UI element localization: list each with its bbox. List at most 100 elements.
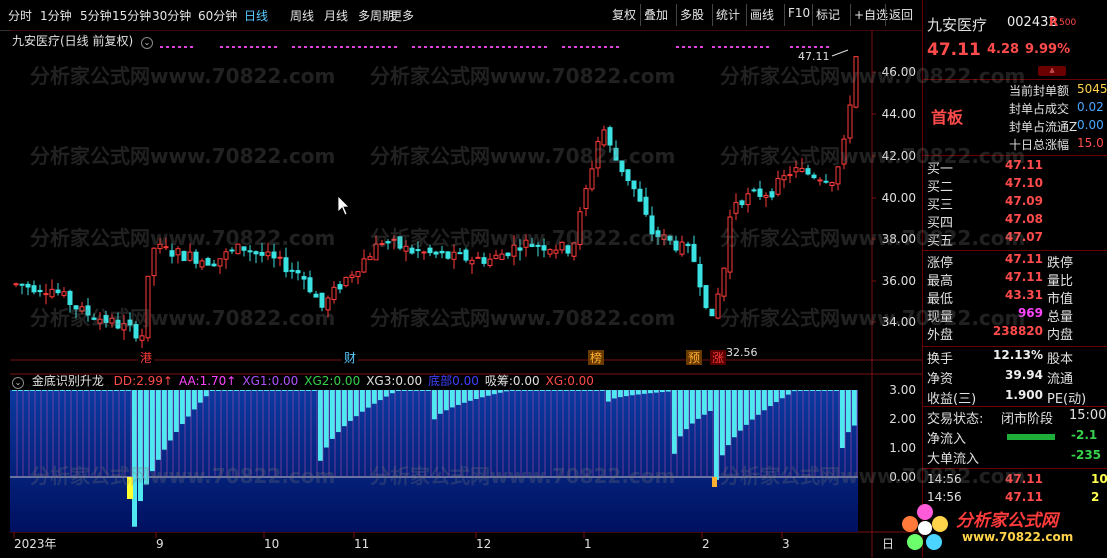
indicator-bar <box>834 390 839 391</box>
toolbar-action-button[interactable]: F10 <box>788 6 810 20</box>
toolbar-action-button[interactable]: 画线 <box>750 6 774 23</box>
info-label: 封单占成交 <box>1009 102 1070 116</box>
indicator-bar <box>774 390 779 403</box>
collapse-icon[interactable]: ⩓ <box>1038 66 1066 76</box>
period-tab[interactable]: 多周期 <box>358 7 394 24</box>
indicator-bar <box>396 390 401 391</box>
toolbar-action-button[interactable]: 统计 <box>716 6 740 23</box>
candle-body <box>775 177 781 195</box>
indicator-bar <box>342 390 347 427</box>
stat-value: 47.11 <box>1005 270 1043 284</box>
stat-label: 收益(三) <box>927 392 977 407</box>
candle-body <box>61 291 67 296</box>
candle-body <box>349 274 355 279</box>
bid-row[interactable]: 买三 47.09 <box>925 194 1107 214</box>
indicator-bar <box>78 390 83 391</box>
signal-dot <box>694 46 697 48</box>
chevron-down-icon[interactable]: ⌄ <box>12 377 24 389</box>
candle-body <box>265 251 271 257</box>
trade-state-value: 闭市阶段 <box>1001 412 1054 427</box>
chart-title-text: 九安医疗(日线 前复权) <box>12 34 134 48</box>
info-row: 封单占成交 0.02 <box>925 100 1107 120</box>
candle-body <box>805 168 811 175</box>
candle-body <box>205 258 211 266</box>
period-tab[interactable]: 1分钟 <box>40 7 72 24</box>
candle-body <box>733 202 739 214</box>
indicator-bar <box>480 390 485 398</box>
signal-dot <box>688 46 691 48</box>
info-value: 5045 <box>1077 82 1107 96</box>
signal-dot <box>244 46 247 48</box>
candle-body <box>769 191 775 198</box>
period-tab[interactable]: 月线 <box>324 7 348 24</box>
signal-dot <box>394 46 397 48</box>
toolbar-action-button[interactable]: +自选 <box>854 6 888 23</box>
period-tab[interactable]: 60分钟 <box>198 7 237 24</box>
info-row: 封单占流通Z 0.00 <box>925 118 1107 138</box>
candle-body <box>169 250 175 257</box>
stat-label: 涨停 <box>927 256 954 271</box>
signal-dot <box>796 46 799 48</box>
candle-body <box>307 277 313 293</box>
toolbar-action-button[interactable]: 叠加 <box>644 6 668 23</box>
arrow-up-icon: ↑ <box>162 374 173 388</box>
stat-row: 净资 39.94 流通 <box>925 368 1107 388</box>
indicator-bar <box>840 390 845 448</box>
indicator-bar <box>12 390 17 391</box>
candle-body <box>457 252 463 255</box>
candle-body <box>499 253 505 260</box>
candle-body <box>697 263 703 288</box>
candle-body <box>721 267 727 297</box>
indicator-bar <box>468 390 473 401</box>
indicator-bar <box>192 390 197 410</box>
toolbar-action-button[interactable]: 复权 <box>612 6 636 23</box>
indicator-bar <box>258 390 263 391</box>
indicator-bar <box>402 390 407 391</box>
toolbar-action-button[interactable]: 多股 <box>680 6 704 23</box>
signal-dot <box>820 46 823 48</box>
stat-row: 涨停 47.11 跌停 <box>925 252 1107 272</box>
stat-label-2: 流通 <box>1047 372 1074 387</box>
toolbar-separator <box>640 4 641 26</box>
period-tab[interactable]: 15分钟 <box>112 7 151 24</box>
candle-body <box>631 180 637 190</box>
price-change: 4.28 <box>987 42 1020 57</box>
indicator-bar <box>588 390 593 391</box>
period-tab[interactable]: 周线 <box>290 7 314 24</box>
indicator-value: XG:0.00 <box>546 374 594 388</box>
period-tab[interactable]: 更多 <box>390 7 414 24</box>
period-tab[interactable]: 5分钟 <box>80 7 112 24</box>
signal-dot <box>748 46 751 48</box>
signal-dot <box>226 46 229 48</box>
indicator-bar <box>678 390 683 437</box>
indicator-bar <box>18 390 23 391</box>
price-tick-label: 36.00 <box>882 274 916 288</box>
flow-value: -235 <box>1071 448 1102 462</box>
last-price: 47.11 <box>927 40 981 60</box>
period-tab[interactable]: 日线 <box>244 7 268 24</box>
candle-body <box>451 251 457 260</box>
candle-body <box>361 258 367 273</box>
indicator-bar <box>312 390 317 391</box>
bid-row[interactable]: 买二 47.10 <box>925 176 1107 196</box>
watermark-text: 分析家公式网www.70822.com <box>30 64 336 88</box>
indicator-bar <box>756 390 761 415</box>
signal-dot <box>334 46 337 48</box>
candle-body <box>625 169 631 182</box>
chevron-down-icon[interactable]: ⌄ <box>141 37 154 49</box>
period-tab[interactable]: 分时 <box>8 7 32 24</box>
toolbar-action-button[interactable]: 标记 <box>816 6 840 23</box>
watermark-text: 分析家公式网www.70822.com <box>30 464 336 488</box>
indicator-bar <box>528 390 533 391</box>
signal-dot <box>532 46 535 48</box>
candle-body <box>49 288 55 298</box>
indicator-bar <box>426 390 431 391</box>
candle-body <box>643 196 649 215</box>
period-tab[interactable]: 30分钟 <box>152 7 191 24</box>
signal-dot <box>592 46 595 48</box>
toolbar-action-button[interactable]: 返回 <box>889 6 913 23</box>
divider <box>923 346 1107 347</box>
stat-label-2: PE(动) <box>1047 392 1087 407</box>
indicator-bar <box>660 390 665 393</box>
indicator-bar <box>714 390 719 480</box>
